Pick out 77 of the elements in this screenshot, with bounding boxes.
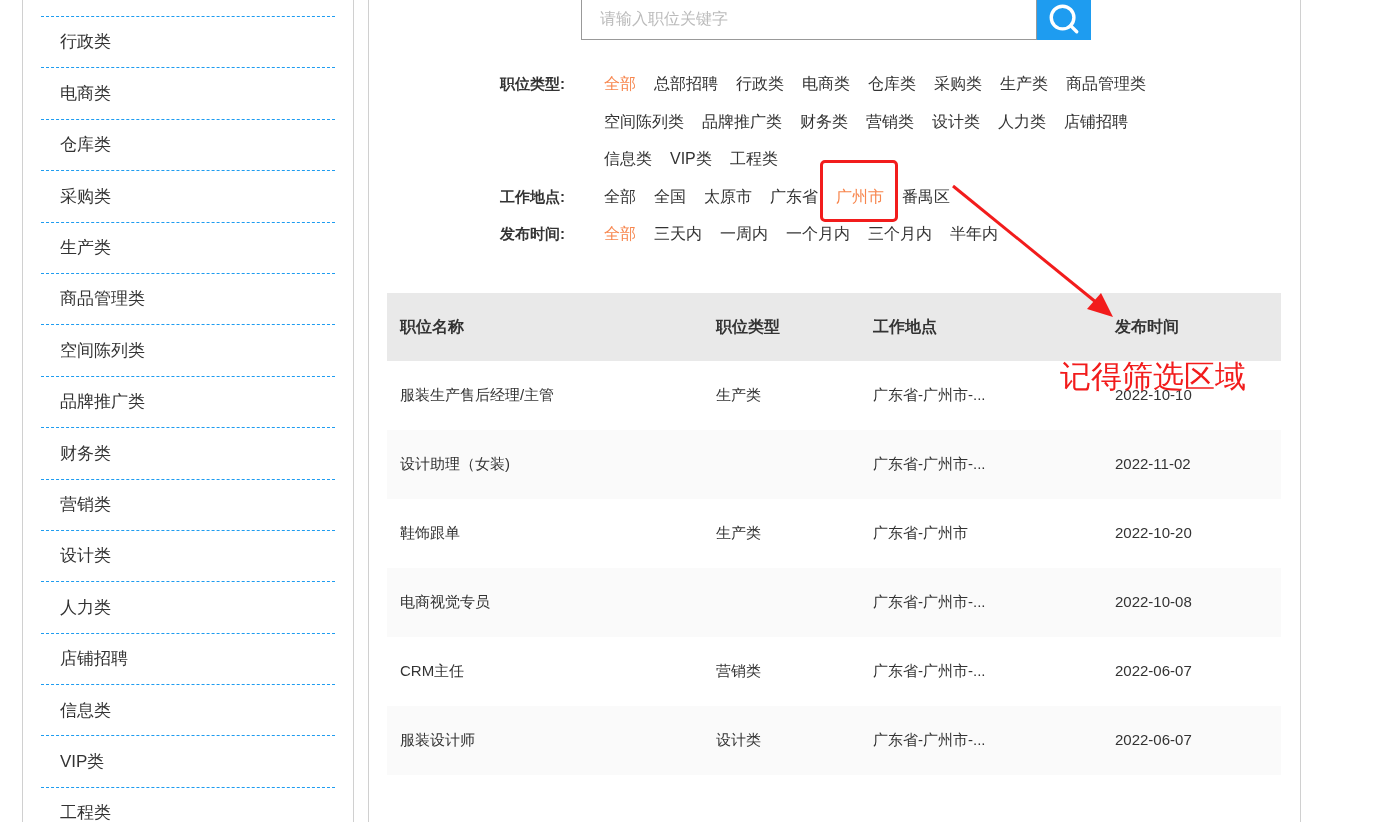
column-header: 职位名称	[399, 316, 465, 337]
table-cell-text: 2022-11-02	[1114, 453, 1192, 474]
filter-option[interactable]: 营销类	[866, 102, 914, 140]
sidebar-item[interactable]: 品牌推广类	[41, 375, 335, 428]
filter-option[interactable]: 信息类	[604, 140, 652, 178]
table-cell: 设计类	[716, 730, 761, 748]
table-cell-text: 广东省-广州市-...	[872, 384, 987, 405]
filter-option[interactable]: 工程类	[729, 140, 778, 178]
table-cell-text: 广东省-广州市-...	[872, 591, 987, 612]
sidebar-item[interactable]: 信息类	[41, 684, 335, 736]
filter-option[interactable]: 电商类	[802, 65, 850, 103]
table-cell-text: 电商视觉专员	[399, 591, 491, 612]
table-cell: 营销类	[716, 661, 761, 679]
table-cell-text: 2022-10-08	[1114, 591, 1193, 612]
filter-option[interactable]: 品牌推广类	[702, 102, 782, 140]
filter-option[interactable]: 广东省	[770, 177, 818, 215]
table-cell-text: 服装生产售后经理/主管	[399, 384, 556, 405]
filter-option[interactable]: 番禺区	[902, 177, 950, 215]
filter-option[interactable]: 半年内	[950, 215, 998, 253]
search-icon	[1047, 2, 1081, 36]
table-cell-text: 2022-10-20	[1114, 522, 1193, 543]
table-cell-text: 服装设计师	[399, 729, 476, 750]
filter-option[interactable]: 设计类	[932, 102, 980, 140]
table-cell-text: 2022-06-07	[1114, 660, 1193, 681]
filter-option[interactable]: 全国	[654, 177, 686, 215]
column-header: 职位类型	[715, 316, 781, 337]
table-row[interactable]: 设计助理（女装) 广东省-广州市-... 2022-11-02	[387, 429, 1281, 499]
filter-option[interactable]: 财务类	[800, 102, 848, 140]
table-cell: 生产类	[716, 385, 761, 403]
column-header: 发布时间	[1114, 316, 1180, 337]
column-header: 工作地点	[872, 316, 938, 337]
filter-option[interactable]: 行政类	[736, 65, 784, 103]
filter-option[interactable]: 人力类	[998, 102, 1046, 140]
table-cell-text: 广东省-广州市-...	[872, 453, 987, 474]
filter-option[interactable]: 三天内	[654, 215, 702, 253]
search-button[interactable]	[1037, 0, 1091, 40]
table-cell-text: 广东省-广州市	[872, 522, 969, 543]
filter-option[interactable]: 采购类	[934, 65, 982, 103]
filter-option[interactable]: 总部招聘	[654, 65, 718, 103]
filter-label: 发布时间:	[500, 224, 566, 244]
table-cell-text: CRM主任	[399, 660, 466, 681]
table-cell-text: 鞋饰跟单	[399, 522, 461, 543]
sidebar-item[interactable]: 生产类	[41, 221, 335, 273]
sidebar-item[interactable]: 人力类	[41, 581, 335, 633]
table-cell-text: 设计助理（女装)	[399, 453, 511, 474]
filter-option[interactable]: 空间陈列类	[604, 102, 684, 140]
table-cell-text: 广东省-广州市-...	[872, 729, 987, 750]
sidebar-item[interactable]: 店铺招聘	[41, 632, 335, 685]
filter-option[interactable]: 仓库类	[868, 65, 916, 103]
filter-option[interactable]: 生产类	[1000, 65, 1048, 103]
table-cell-text: 广东省-广州市-...	[872, 660, 987, 681]
filter-option[interactable]: 一个月内	[786, 215, 850, 253]
sidebar-item[interactable]: 设计类	[41, 529, 335, 582]
sidebar-item[interactable]: 财务类	[41, 427, 335, 479]
table-row[interactable]: 电商视觉专员 广东省-广州市-... 2022-10-08	[387, 567, 1281, 637]
filter-option[interactable]: 三个月内	[868, 215, 932, 253]
sidebar-item[interactable]: 商品管理类	[41, 272, 335, 325]
search-field[interactable]: 请输入职位关键字	[581, 0, 1037, 40]
sidebar-item[interactable]: 行政类	[41, 16, 335, 68]
filter-label: 职位类型:	[500, 74, 566, 94]
filter-option[interactable]: 商品管理类	[1066, 65, 1146, 103]
filter-option[interactable]: 全部	[604, 177, 636, 215]
sidebar-item[interactable]: 空间陈列类	[41, 324, 335, 376]
sidebar-item[interactable]: 采购类	[41, 170, 335, 222]
table-cell: 生产类	[716, 523, 761, 541]
filter-option[interactable]: 店铺招聘	[1064, 102, 1128, 140]
sidebar-item[interactable]: 电商类	[41, 67, 335, 119]
filter-option[interactable]: 太原市	[704, 177, 752, 215]
table-cell-text: 2022-06-07	[1114, 729, 1193, 750]
sidebar-item[interactable]: VIP类	[41, 735, 335, 787]
sidebar-item[interactable]: 仓库类	[41, 118, 335, 171]
sidebar-item[interactable]: 营销类	[41, 478, 335, 530]
sidebar-item[interactable]: 工程类	[41, 786, 335, 822]
filter-option[interactable]: VIP类	[670, 140, 712, 178]
filter-option[interactable]: 一周内	[720, 215, 768, 253]
table-row[interactable]: 服装设计师 设计类 广东省-广州市-... 2022-06-07	[387, 705, 1281, 775]
filter-label: 工作地点:	[500, 186, 566, 207]
